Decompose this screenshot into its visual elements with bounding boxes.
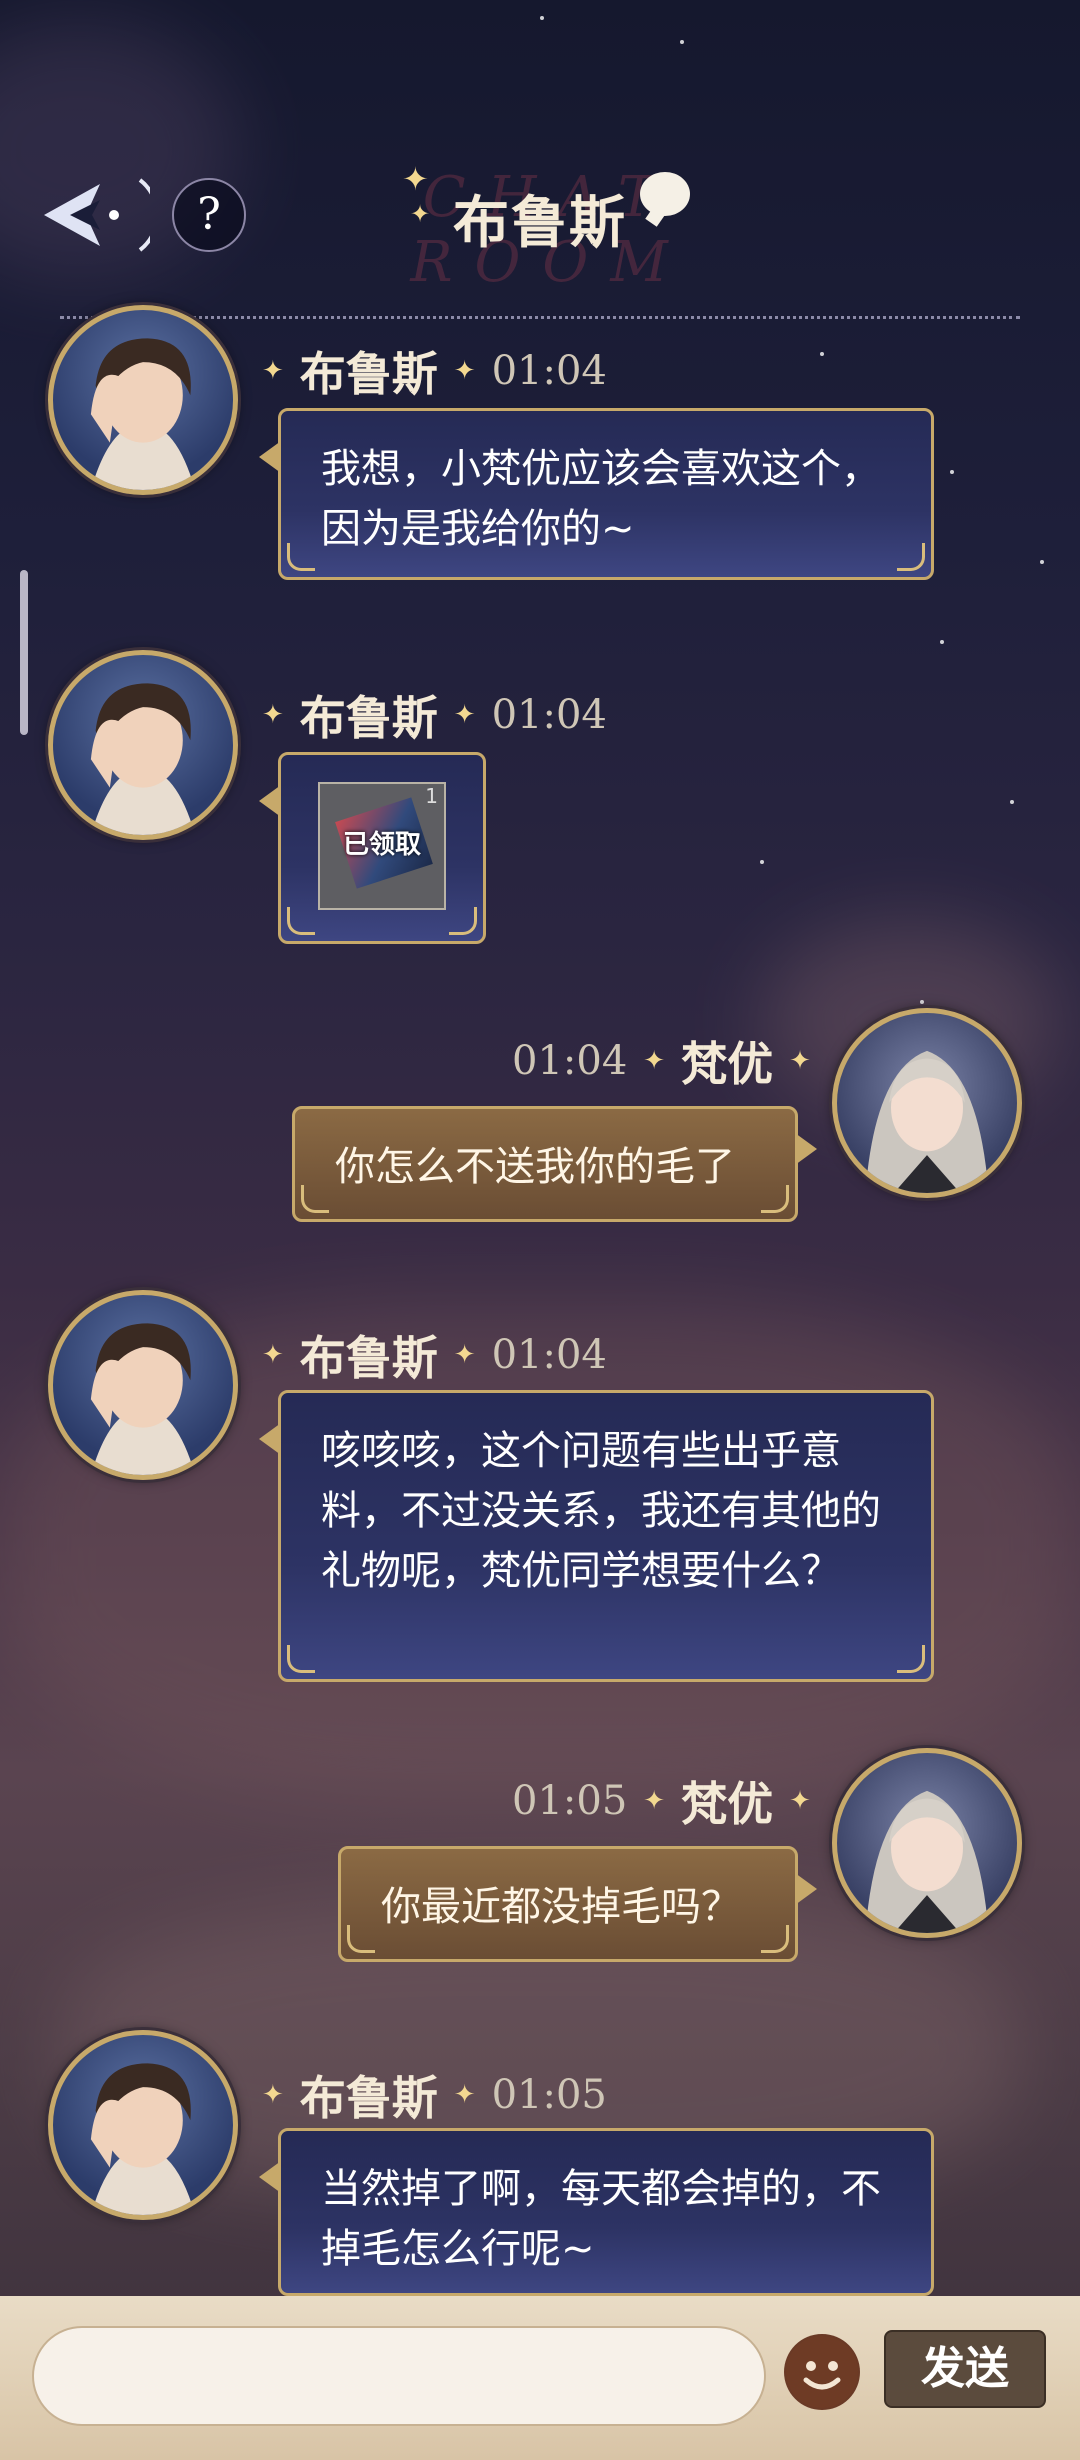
star bbox=[920, 1000, 924, 1004]
chat-title: 布鲁斯 bbox=[453, 190, 627, 256]
message-time: 01:05 bbox=[491, 2072, 607, 2118]
send-button[interactable]: 发送 bbox=[884, 2330, 1046, 2408]
gift-count: 1 bbox=[425, 784, 438, 808]
message-input[interactable] bbox=[32, 2326, 766, 2426]
message-bubble[interactable]: 咳咳咳，这个问题有些出乎意料，不过没关系，我还有其他的礼物呢，梵优同学想要什么？ bbox=[259, 1390, 934, 1682]
sender-name: 布鲁斯 bbox=[299, 691, 438, 745]
message-header: 01:05 ✦ 梵优 ✦ bbox=[512, 1768, 811, 1834]
chat-bubble-icon bbox=[640, 172, 690, 216]
sparkle-icon: ✦ bbox=[262, 356, 284, 386]
message-time: 01:05 bbox=[512, 1778, 628, 1824]
message-header: ✦ 布鲁斯 ✦ 01:04 bbox=[262, 1322, 607, 1388]
avatar-bruce[interactable] bbox=[48, 305, 238, 495]
sender-name: 布鲁斯 bbox=[299, 2071, 438, 2125]
sparkle-icon: ✦ bbox=[643, 1046, 666, 1076]
message-text: 我想，小梵优应该会喜欢这个，因为是我给你的~ bbox=[321, 446, 881, 552]
bubble-corner-ornament bbox=[897, 543, 925, 571]
fanyou-portrait bbox=[865, 1790, 989, 1933]
bubble-corner-ornament bbox=[301, 1185, 329, 1213]
bubble-corner-ornament bbox=[287, 1645, 315, 1673]
emoji-icon bbox=[786, 2336, 858, 2408]
bubble-corner-ornament bbox=[897, 1645, 925, 1673]
bubble-corner-ornament bbox=[449, 907, 477, 935]
message-header: ✦ 布鲁斯 ✦ 01:04 bbox=[262, 682, 607, 748]
sparkle-icon: ✦ bbox=[453, 2080, 476, 2110]
bruce-portrait bbox=[90, 2063, 196, 2215]
message-header: ✦ 布鲁斯 ✦ 01:05 bbox=[262, 2062, 607, 2128]
message-time: 01:04 bbox=[512, 1038, 628, 1084]
sparkle-icon: ✦ bbox=[789, 1786, 811, 1816]
message-bubble[interactable]: 我想，小梵优应该会喜欢这个，因为是我给你的~ bbox=[259, 408, 934, 580]
message-bubble[interactable]: 你最近都没掉毛吗？ bbox=[338, 1846, 817, 1962]
star bbox=[950, 470, 954, 474]
scrollbar[interactable] bbox=[20, 570, 28, 735]
gift-claimed-label: 已领取 bbox=[342, 830, 421, 860]
sparkle-icon: ✦ bbox=[262, 700, 284, 730]
sparkle-icon: ✦ bbox=[453, 700, 476, 730]
message-text: 当然掉了啊，每天都会掉的，不掉毛怎么行呢~ bbox=[321, 2166, 881, 2272]
message-bubble[interactable]: 你怎么不送我你的毛了 bbox=[292, 1106, 817, 1222]
star bbox=[1010, 800, 1014, 804]
star bbox=[940, 640, 944, 644]
sparkle-icon: ✦ bbox=[453, 356, 476, 386]
star bbox=[1040, 560, 1044, 564]
avatar-fanyou[interactable] bbox=[832, 1008, 1022, 1198]
gift-item[interactable]: 已领取 1 bbox=[318, 782, 446, 910]
sender-name: 梵优 bbox=[681, 1037, 774, 1091]
avatar-fanyou[interactable] bbox=[832, 1748, 1022, 1938]
bubble-corner-ornament bbox=[287, 907, 315, 935]
sender-name: 梵优 bbox=[681, 1777, 774, 1831]
chat-header: ? CHAT ROOM ✦ ✦ 布鲁斯 bbox=[0, 0, 1080, 320]
sender-name: 布鲁斯 bbox=[299, 1331, 438, 1385]
message-text: 你最近都没掉毛吗？ bbox=[381, 1884, 741, 1930]
message-text: 咳咳咳，这个问题有些出乎意料，不过没关系，我还有其他的礼物呢，梵优同学想要什么？ bbox=[321, 1428, 881, 1594]
message-bubble[interactable]: 当然掉了啊，每天都会掉的，不掉毛怎么行呢~ bbox=[259, 2128, 934, 2296]
bruce-portrait bbox=[90, 683, 196, 835]
star bbox=[760, 860, 764, 864]
fanyou-portrait bbox=[865, 1050, 989, 1193]
bubble-corner-ornament bbox=[761, 1185, 789, 1213]
sparkle-icon: ✦ bbox=[789, 1046, 811, 1076]
message-time: 01:04 bbox=[491, 692, 607, 738]
star bbox=[820, 352, 824, 356]
sparkle-icon: ✦ bbox=[262, 1340, 284, 1370]
sender-name: 布鲁斯 bbox=[299, 347, 438, 401]
message-header: ✦ 布鲁斯 ✦ 01:04 bbox=[262, 338, 607, 404]
message-time: 01:04 bbox=[491, 1332, 607, 1378]
emoji-button[interactable] bbox=[784, 2334, 860, 2410]
avatar-bruce[interactable] bbox=[48, 650, 238, 840]
sparkle-icon: ✦ bbox=[453, 1340, 476, 1370]
bruce-portrait bbox=[90, 1323, 196, 1475]
message-header: 01:04 ✦ 梵优 ✦ bbox=[512, 1028, 811, 1094]
header-divider bbox=[60, 316, 1020, 319]
input-bar: 发送 bbox=[0, 2296, 1080, 2460]
sparkle-icon: ✦ bbox=[262, 2080, 284, 2110]
bruce-portrait bbox=[90, 338, 196, 490]
sparkle-icon: ✦ bbox=[643, 1786, 666, 1816]
avatar-bruce[interactable] bbox=[48, 2030, 238, 2220]
bubble-corner-ornament bbox=[347, 1925, 375, 1953]
bubble-corner-ornament bbox=[287, 543, 315, 571]
bubble-corner-ornament bbox=[761, 1925, 789, 1953]
message-time: 01:04 bbox=[491, 348, 607, 394]
avatar-bruce[interactable] bbox=[48, 1290, 238, 1480]
message-text: 你怎么不送我你的毛了 bbox=[335, 1144, 735, 1190]
